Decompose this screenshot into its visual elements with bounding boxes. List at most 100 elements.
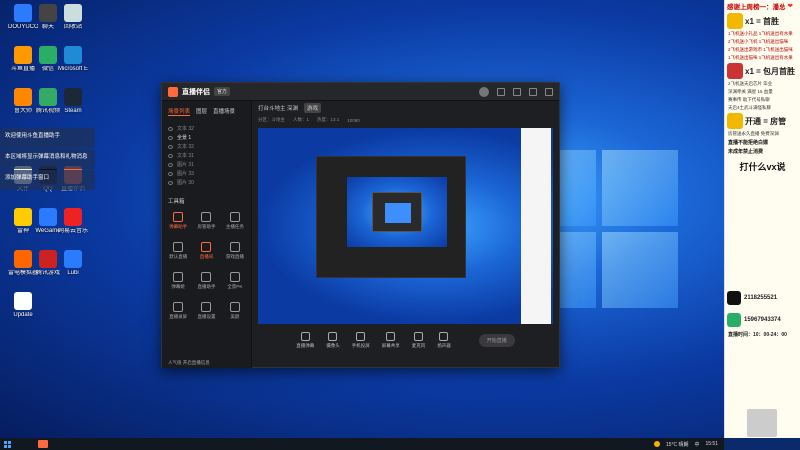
qq-number: 2118255521 bbox=[744, 295, 778, 301]
desktop-icon[interactable]: Microsoft Edge bbox=[58, 46, 88, 73]
eye-icon[interactable] bbox=[168, 126, 173, 131]
toolbox-item[interactable]: 主播任务 bbox=[223, 209, 247, 235]
tool-icon bbox=[229, 242, 240, 252]
eye-icon[interactable] bbox=[168, 144, 173, 149]
toolbox-item[interactable]: 房管助手 bbox=[194, 209, 218, 235]
tool-label: 弹幕助手 bbox=[169, 224, 188, 229]
reward-line: x1 = 首胜 bbox=[745, 16, 780, 26]
desktop-icon[interactable]: Steam bbox=[58, 88, 88, 115]
sidebar-footer[interactable]: 人气值 开启直播信息 bbox=[168, 360, 210, 366]
app-icon bbox=[39, 208, 57, 226]
language-indicator[interactable]: 中 bbox=[694, 441, 699, 448]
eye-icon[interactable] bbox=[168, 171, 173, 176]
toolbar-label: 手机投屏 bbox=[351, 342, 370, 348]
scene-item[interactable]: 全景 1 bbox=[168, 133, 245, 142]
scene-label: 文本 32 bbox=[177, 144, 194, 150]
eye-icon[interactable] bbox=[168, 162, 173, 167]
tool-icon bbox=[229, 212, 240, 222]
app-icon bbox=[14, 292, 32, 310]
start-stream-button[interactable]: 开始直播 bbox=[478, 333, 515, 347]
tool-icon bbox=[173, 272, 184, 282]
toolbar-icon bbox=[300, 331, 310, 341]
reward-line: 开通 = 房管 bbox=[745, 116, 787, 126]
eye-icon[interactable] bbox=[168, 153, 173, 158]
desktop-notification[interactable]: 本区域将显示弹幕消息和礼物消息 bbox=[0, 149, 95, 169]
toolbox-item[interactable]: 全景PK bbox=[223, 269, 247, 295]
chat-highlight: 直播不能拒绝白嫖 bbox=[728, 140, 769, 146]
chat-line: 深渊牵关 满星 15 血量 bbox=[728, 89, 773, 94]
eye-icon[interactable] bbox=[168, 180, 173, 185]
scene-label: 文本 32 bbox=[177, 126, 194, 132]
toolbar-button[interactable]: 麦克风 bbox=[412, 331, 425, 349]
weather-text[interactable]: 15°C 晴朗 bbox=[666, 441, 689, 448]
scene-item[interactable]: 文本 32 bbox=[168, 142, 245, 151]
toolbar-label: 直播弹幕 bbox=[296, 342, 315, 348]
toolbox-item[interactable]: 直播设置 bbox=[194, 299, 218, 325]
stream-tag[interactable]: 游戏 bbox=[304, 103, 322, 113]
app-icon bbox=[14, 250, 32, 268]
toolbar-button[interactable]: 扬声器 bbox=[437, 331, 451, 349]
desktop-icon[interactable]: 回收站 bbox=[58, 4, 88, 31]
app-logo-icon bbox=[168, 86, 178, 97]
scene-item[interactable]: 图片 33 bbox=[168, 169, 245, 178]
close-icon[interactable] bbox=[545, 87, 553, 96]
chat-line: 赛事传 助下代号私聊 bbox=[728, 97, 770, 102]
maximize-icon[interactable] bbox=[529, 87, 537, 96]
desktop-icon-label: 回收站 bbox=[63, 24, 82, 30]
toolbox-item[interactable]: 直播录屏 bbox=[166, 299, 190, 325]
toolbar-button[interactable]: 直播弹幕 bbox=[296, 331, 315, 349]
menu-icon[interactable] bbox=[497, 87, 505, 96]
webcam-feed bbox=[747, 409, 777, 437]
gift-icon bbox=[727, 13, 743, 29]
scene-item[interactable]: 文本 32 bbox=[168, 124, 245, 133]
stream-preview[interactable] bbox=[258, 128, 553, 324]
app-main-area: 打台斗地主 深渊 游戏 分区：斗地主 人数：1 热度：13.1 10080 直播弹幕 摄… bbox=[252, 101, 559, 368]
scene-item[interactable]: 图片 30 bbox=[168, 178, 245, 187]
desktop-icon-label: Steam bbox=[64, 108, 82, 114]
scene-item[interactable]: 文本 31 bbox=[168, 151, 245, 160]
toolbox-grid: 弹幕助手 房管助手 主播任务默认直播 直播间 游戏直播弹幕姬 直播助手 全景PK 直播录屏 直播… bbox=[162, 209, 251, 325]
toolbox-item[interactable]: 弹幕姬 bbox=[166, 269, 190, 295]
toolbox-item[interactable]: 直播间 bbox=[194, 239, 218, 265]
tab-layers[interactable]: 图层 bbox=[196, 107, 207, 116]
toolbox-item[interactable]: 弹幕助手 bbox=[166, 209, 190, 235]
chat-line: 2飞机送天启芯片 毕业 bbox=[728, 81, 773, 86]
scene-item[interactable]: 图片 31 bbox=[168, 160, 245, 169]
desktop-icon[interactable]: Lubi bbox=[58, 250, 88, 277]
stream-title[interactable]: 打台斗地主 深渊 bbox=[258, 104, 298, 112]
qq-icon bbox=[727, 291, 741, 305]
toolbar-button[interactable]: 屏幕共享 bbox=[382, 331, 400, 349]
scene-label: 图片 33 bbox=[177, 171, 194, 177]
app-name: 直播伴侣 bbox=[182, 88, 210, 96]
desktop-icon[interactable]: 网易云音乐 bbox=[58, 208, 88, 235]
toolbox-item[interactable]: 游戏直播 bbox=[223, 239, 247, 265]
tab-scene-list[interactable]: 场景列表 bbox=[168, 107, 191, 116]
gift-icon bbox=[727, 113, 743, 129]
panel-header-name: 潘总 bbox=[772, 4, 786, 11]
clock[interactable]: 15:51 bbox=[705, 441, 718, 447]
user-avatar[interactable] bbox=[479, 86, 489, 97]
toolbar-button[interactable]: 摄像头 bbox=[326, 331, 340, 349]
toolbar-label: 摄像头 bbox=[326, 342, 340, 348]
toolbox-item[interactable]: 直播助手 bbox=[194, 269, 218, 295]
tab-live-scenes[interactable]: 直播场景 bbox=[213, 107, 235, 116]
scene-list: 文本 32 全景 1 文本 32 文本 31 图片 31 图片 33 图片 30 bbox=[162, 122, 251, 189]
eye-icon[interactable] bbox=[168, 135, 173, 140]
toolbar-button[interactable]: 手机投屏 bbox=[351, 331, 370, 349]
toolbox-title: 工具箱 bbox=[168, 199, 185, 205]
desktop-notification[interactable]: 欢迎使用斗鱼直播助手 bbox=[0, 128, 95, 148]
tool-label: 直播录屏 bbox=[169, 314, 188, 319]
toolbox-item[interactable]: 美颜 bbox=[223, 299, 247, 325]
weather-icon bbox=[653, 441, 660, 447]
minimize-icon[interactable] bbox=[513, 87, 521, 96]
taskbar-app-icon[interactable] bbox=[38, 440, 48, 448]
app-icon bbox=[64, 208, 82, 226]
chat-line: 1飞机送小礼品 1飞机送出有水果 bbox=[728, 31, 793, 36]
taskbar: 15°C 晴朗 中 15:51 bbox=[0, 438, 724, 450]
toolbox-item[interactable]: 默认直播 bbox=[166, 239, 190, 265]
desktop-icon[interactable]: Update bbox=[8, 292, 38, 319]
app-badge: 官方 bbox=[214, 87, 231, 96]
start-button[interactable] bbox=[0, 438, 14, 450]
tool-label: 游戏直播 bbox=[225, 254, 244, 259]
desktop-notification[interactable]: 添加弹幕助手窗口 bbox=[0, 170, 95, 190]
